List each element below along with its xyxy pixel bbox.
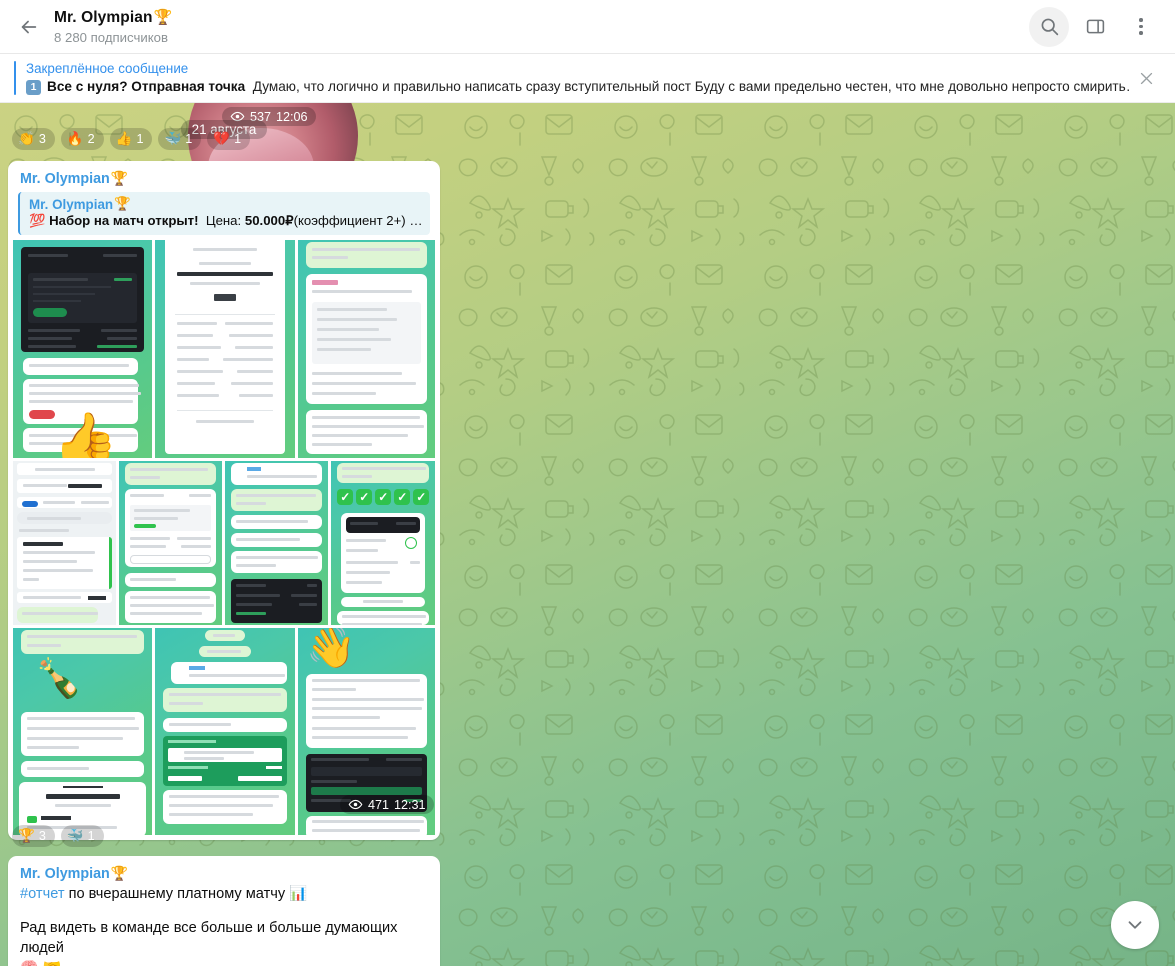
search-button[interactable] <box>1029 6 1069 47</box>
chat-scroll-area[interactable]: 00:16 537 12:06 21 августа 👏3 🔥2 👍 <box>0 103 1175 966</box>
sidebar-toggle-button[interactable] <box>1075 7 1115 47</box>
message-author: Mr. Olympian 🏆 <box>8 161 440 187</box>
message-author: Mr. Olympian 🏆 <box>8 856 440 882</box>
eye-icon <box>348 799 363 810</box>
telegram-chat-window: Mr. Olympian 🏆 8 280 подписчиков Закрепл… <box>0 0 1175 966</box>
album-photo-2[interactable] <box>155 240 295 458</box>
hashtag-link[interactable]: #отчет <box>20 886 65 902</box>
back-button[interactable] <box>8 6 50 48</box>
whale-icon: 🐳 <box>66 828 84 844</box>
pinned-index-badge: 1 <box>26 79 41 95</box>
album-photo-1[interactable]: 👍 <box>13 240 152 458</box>
close-icon <box>1140 72 1152 84</box>
trophy-icon: 🏆 <box>114 196 131 211</box>
sidebar-toggle-icon <box>1086 19 1104 34</box>
album-photo-4[interactable] <box>13 461 116 625</box>
quote-author: Mr. Olympian 🏆 <box>29 196 421 212</box>
fire-icon: 🔥 <box>66 131 84 147</box>
report-line-3-emoji: 🧠 🤝 <box>20 958 428 966</box>
album-photo-7[interactable]: ✓ ✓ ✓ ✓ ✓ <box>331 461 435 625</box>
album-photo-3[interactable] <box>297 240 436 458</box>
clap-reaction[interactable]: 👏 3 <box>12 128 55 150</box>
reactions-row-2: 🏆 3 🐳 1 <box>12 825 104 847</box>
arrow-left-icon <box>21 20 37 33</box>
album-row: 👍 <box>13 240 436 458</box>
album-photo-8[interactable]: 🍾 <box>13 628 152 835</box>
trophy-icon: 🏆 <box>153 8 173 26</box>
trophy-reaction[interactable]: 🏆 3 <box>12 825 55 847</box>
message-meta-views-2: 471 12:31 <box>340 795 434 814</box>
album-photo-6[interactable] <box>224 461 329 625</box>
thumbsup-reaction[interactable]: 👍 1 <box>109 128 153 150</box>
broken-heart-count: 1 <box>234 132 242 146</box>
thumbsup-count: 1 <box>136 132 144 146</box>
chevron-down-icon <box>1128 921 1142 929</box>
chat-content: 00:16 537 12:06 21 августа 👏3 🔥2 👍 <box>0 103 1175 966</box>
pinned-message-bar[interactable]: Закреплённое сообщение 1 Все с нуля? Отп… <box>0 54 1175 103</box>
report-message-bubble[interactable]: Mr. Olympian 🏆 #отчет по вчерашнему платн… <box>8 856 440 966</box>
clap-count: 3 <box>38 132 46 146</box>
report-message-text: #отчет по вчерашнему платному матчу 📊 Ра… <box>8 882 440 966</box>
author-name: Mr. Olympian <box>20 170 110 187</box>
reply-quote[interactable]: Mr. Olympian 🏆 💯 Набор на матч открыт! Це… <box>18 192 430 235</box>
pinned-accent-line <box>14 61 16 95</box>
report-line-1: #отчет по вчерашнему платному матчу 📊 <box>20 884 428 904</box>
photo-album-grid: 👍 ✓ ✓ ✓ ✓ ✓ 🍾 👋 <box>8 235 440 840</box>
pinned-title: Все с нуля? Отправная точка <box>47 79 246 94</box>
pinned-close-button[interactable] <box>1131 63 1161 93</box>
album-message-bubble[interactable]: Mr. Olympian 🏆 Mr. Olympian 🏆 💯 Набор на м… <box>8 161 440 840</box>
trophy-icon: 🏆 <box>110 865 129 881</box>
page-title: Mr. Olympian 🏆 <box>54 8 172 27</box>
broken-heart-reaction[interactable]: 💔 1 <box>207 128 251 150</box>
subscriber-count: 8 280 подписчиков <box>54 29 168 45</box>
more-vertical-icon <box>1139 18 1143 35</box>
quote-headline: Набор на матч открыт! <box>49 213 199 228</box>
thumbsup-icon: 👍 <box>115 131 133 147</box>
whale-count: 1 <box>185 132 193 146</box>
chat-title-text: Mr. Olympian <box>54 8 153 26</box>
quote-author-name: Mr. Olympian <box>29 196 114 212</box>
pinned-row: 1 Все с нуля? Отправная точка Думаю, что… <box>26 78 1131 96</box>
album-photo-5[interactable] <box>118 461 222 625</box>
whale-count: 1 <box>87 829 95 843</box>
fire-reaction[interactable]: 🔥 2 <box>60 128 104 150</box>
quote-tail: (коэффициент 2+) … <box>293 213 423 228</box>
more-menu-button[interactable] <box>1121 7 1161 47</box>
quote-price: 50.000₽ <box>244 213 294 228</box>
quote-price-label: Цена: <box>205 213 242 228</box>
reactions-row-1: 👏 3 🔥 2 👍 1 🐳 1 💔 1 <box>12 128 251 150</box>
clap-icon: 👏 <box>18 131 35 147</box>
pinned-body: Закреплённое сообщение 1 Все с нуля? Отп… <box>26 60 1131 96</box>
album-row: ✓ ✓ ✓ ✓ ✓ <box>13 461 435 625</box>
hundred-points-icon: 💯 <box>29 213 46 228</box>
views-count-2: 471 <box>368 797 390 812</box>
whale-reaction[interactable]: 🐳 1 <box>158 128 202 150</box>
trophy-icon: 🏆 <box>110 170 129 186</box>
whale-icon: 🐳 <box>164 131 182 147</box>
search-icon <box>1041 18 1058 36</box>
report-line-2: Рад видеть в команде все больше и больше… <box>20 920 398 956</box>
report-line-1-rest: по вчерашнему платному матчу 📊 <box>64 886 308 902</box>
author-name: Mr. Olympian <box>20 865 110 882</box>
chat-header: Mr. Olympian 🏆 8 280 подписчиков <box>0 0 1175 54</box>
scroll-to-bottom-button[interactable] <box>1111 901 1159 949</box>
header-actions <box>1029 6 1175 47</box>
quote-text: 💯 Набор на матч открыт! Цена: 50.000₽(ко… <box>29 213 423 229</box>
pinned-label: Закреплённое сообщение <box>26 61 189 76</box>
whale-reaction[interactable]: 🐳 1 <box>60 825 104 847</box>
album-photo-9[interactable] <box>155 628 295 835</box>
trophy-count: 3 <box>38 829 46 843</box>
broken-heart-icon: 💔 <box>213 131 231 147</box>
trophy-icon: 🏆 <box>18 828 35 844</box>
message-time-2: 12:31 <box>394 797 426 812</box>
pinned-text: Все с нуля? Отправная точка Думаю, что л… <box>47 78 1131 96</box>
fire-count: 2 <box>87 132 95 146</box>
chat-header-texts: Mr. Olympian 🏆 8 280 подписчиков <box>54 8 172 46</box>
pinned-preview: Думаю, что логично и правильно написать … <box>252 79 1131 94</box>
